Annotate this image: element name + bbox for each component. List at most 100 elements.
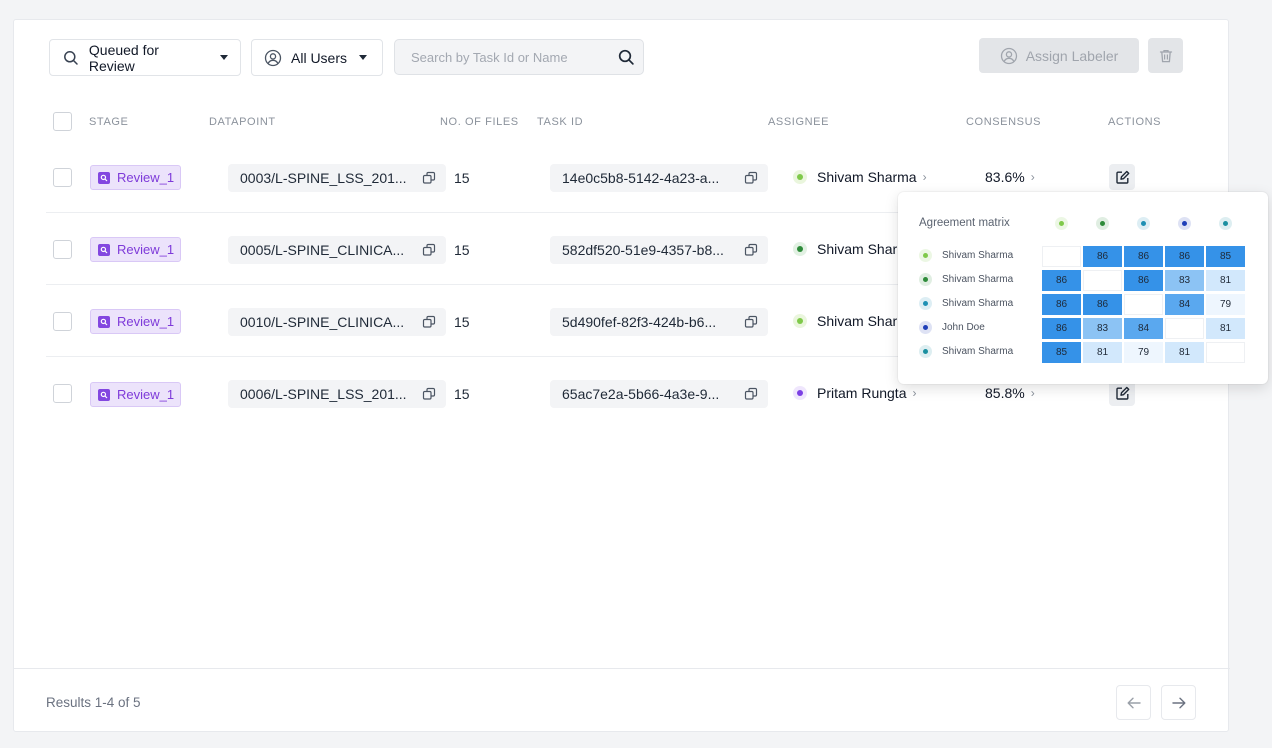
- consensus-value: 83.6%: [985, 169, 1025, 185]
- matrix-user-name: John Doe: [942, 322, 985, 333]
- user-avatar: [919, 345, 932, 358]
- next-page-button[interactable]: [1161, 685, 1196, 720]
- copy-icon[interactable]: [744, 171, 758, 185]
- assignee-link[interactable]: Shivam Sharma ›: [793, 169, 927, 185]
- edit-button[interactable]: [1109, 164, 1135, 190]
- review-icon: [98, 243, 110, 256]
- user-filter-dropdown[interactable]: All Users: [251, 39, 383, 76]
- row-checkbox[interactable]: [53, 168, 72, 187]
- assignee-name: Shivam Sharm: [817, 241, 909, 257]
- matrix-cell: 83: [1165, 270, 1204, 291]
- datapoint-name: 0010/L-SPINE_CLINICA...: [240, 314, 405, 330]
- stage-label: Review_1: [117, 387, 175, 402]
- user-avatar: [919, 297, 932, 310]
- assign-labeler-button[interactable]: Assign Labeler: [979, 38, 1139, 73]
- task-search-box: [394, 39, 644, 75]
- matrix-cell: [1042, 246, 1081, 267]
- stage-filter-dropdown[interactable]: Queued for Review: [49, 39, 241, 76]
- matrix-column-avatar: [1054, 216, 1068, 230]
- task-id: 5d490fef-82f3-424b-b6...: [562, 314, 717, 330]
- matrix-cell: 84: [1124, 318, 1163, 339]
- footer-divider: [14, 668, 1230, 669]
- matrix-row-label: Shivam Sharma: [919, 273, 1013, 286]
- assignee-link[interactable]: Shivam Sharm: [793, 241, 909, 257]
- column-header-files[interactable]: No. of Files: [440, 116, 519, 128]
- assignee-link[interactable]: Shivam Sharm: [793, 313, 909, 329]
- datapoint-pill: 0005/L-SPINE_CLINICA...: [228, 236, 446, 264]
- copy-icon[interactable]: [422, 315, 436, 329]
- task-id-pill: 14e0c5b8-5142-4a23-a...: [550, 164, 768, 192]
- column-header-datapoint[interactable]: Datapoint: [209, 116, 276, 128]
- matrix-row-label: Shivam Sharma: [919, 345, 1013, 358]
- user-avatar: [793, 170, 807, 184]
- matrix-cell: 81: [1083, 342, 1122, 363]
- matrix-cell: 86: [1165, 246, 1204, 267]
- matrix-cell: [1083, 270, 1122, 291]
- row-checkbox[interactable]: [53, 384, 72, 403]
- column-header-assignee[interactable]: Assignee: [768, 116, 829, 128]
- row-checkbox[interactable]: [53, 240, 72, 259]
- select-all-checkbox[interactable]: [53, 112, 72, 131]
- matrix-cell: 83: [1083, 318, 1122, 339]
- task-id-pill: 582df520-51e9-4357-b8...: [550, 236, 768, 264]
- column-header-stage[interactable]: Stage: [89, 116, 128, 128]
- copy-icon[interactable]: [422, 171, 436, 185]
- copy-icon[interactable]: [744, 243, 758, 257]
- consensus-link[interactable]: 83.6% ›: [985, 169, 1035, 185]
- consensus-value: 85.8%: [985, 385, 1025, 401]
- assignee-link[interactable]: Pritam Rungta ›: [793, 385, 916, 401]
- chevron-right-icon: ›: [1030, 170, 1035, 184]
- matrix-cell: [1165, 318, 1204, 339]
- row-checkbox[interactable]: [53, 312, 72, 331]
- chevron-right-icon: ›: [922, 170, 927, 184]
- matrix-cell: 81: [1206, 270, 1245, 291]
- files-count: 15: [454, 242, 470, 258]
- matrix-user-name: Shivam Sharma: [942, 298, 1014, 309]
- user-avatar: [919, 321, 932, 334]
- matrix-column-avatar: [1136, 216, 1150, 230]
- copy-icon[interactable]: [744, 315, 758, 329]
- matrix-cell: 86: [1083, 294, 1122, 315]
- assignee-name: Pritam Rungta: [817, 385, 907, 401]
- column-header-actions: Actions: [1108, 116, 1162, 128]
- chevron-right-icon: ›: [1030, 386, 1035, 400]
- task-id: 582df520-51e9-4357-b8...: [562, 242, 724, 258]
- chevron-down-icon: [359, 55, 368, 60]
- stage-filter-label: Queued for Review: [88, 41, 159, 74]
- assignee-name: Shivam Sharm: [817, 313, 909, 329]
- stage-badge: Review_1: [90, 382, 182, 407]
- matrix-cell: 85: [1042, 342, 1081, 363]
- datapoint-name: 0006/L-SPINE_LSS_201...: [240, 386, 407, 402]
- delete-button[interactable]: [1148, 38, 1183, 73]
- review-icon: [98, 171, 110, 184]
- matrix-cell: 86: [1042, 294, 1081, 315]
- search-icon: [62, 49, 80, 67]
- user-avatar: [793, 314, 807, 328]
- user-filter-label: All Users: [291, 49, 348, 66]
- matrix-cell: 81: [1206, 318, 1245, 339]
- arrow-right-icon: [1171, 695, 1187, 711]
- matrix-cell: 86: [1042, 318, 1081, 339]
- copy-icon[interactable]: [744, 387, 758, 401]
- column-header-task-id[interactable]: Task ID: [537, 116, 583, 128]
- arrow-left-icon: [1126, 695, 1142, 711]
- copy-icon[interactable]: [422, 387, 436, 401]
- datapoint-name: 0005/L-SPINE_CLINICA...: [240, 242, 405, 258]
- datapoint-pill: 0003/L-SPINE_LSS_201...: [228, 164, 446, 192]
- stage-label: Review_1: [117, 314, 175, 329]
- column-header-consensus[interactable]: Consensus: [966, 116, 1041, 128]
- copy-icon[interactable]: [422, 243, 436, 257]
- user-avatar: [793, 242, 807, 256]
- task-id-pill: 5d490fef-82f3-424b-b6...: [550, 308, 768, 336]
- user-avatar: [919, 249, 932, 262]
- review-icon: [98, 388, 110, 401]
- datapoint-pill: 0010/L-SPINE_CLINICA...: [228, 308, 446, 336]
- consensus-link[interactable]: 85.8% ›: [985, 385, 1035, 401]
- stage-badge: Review_1: [90, 309, 182, 334]
- previous-page-button[interactable]: [1116, 685, 1151, 720]
- user-avatar: [793, 386, 807, 400]
- matrix-cell: 86: [1042, 270, 1081, 291]
- task-search-input[interactable]: [411, 49, 618, 65]
- search-icon[interactable]: [618, 49, 635, 66]
- matrix-user-name: Shivam Sharma: [942, 274, 1014, 285]
